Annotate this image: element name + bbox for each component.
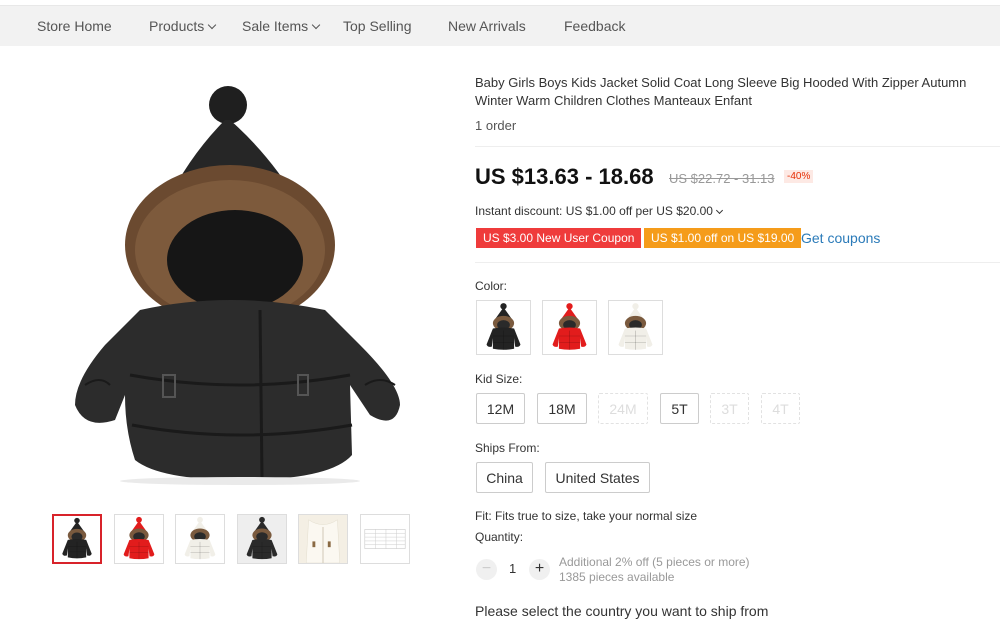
- quantity-value[interactable]: 1: [509, 561, 516, 576]
- discount-badge: -40%: [784, 170, 814, 183]
- coat-image: [609, 301, 662, 354]
- size-label: Kid Size:: [475, 372, 523, 386]
- quantity-label: Quantity:: [475, 530, 524, 544]
- size-option-18m[interactable]: 18M: [537, 393, 587, 424]
- coat-image: [477, 301, 530, 354]
- nav-label: Top Selling: [343, 18, 412, 34]
- divider: [475, 262, 1000, 263]
- stock-available-note: 1385 pieces available: [559, 570, 675, 584]
- thumbnail-size-chart[interactable]: [360, 514, 410, 564]
- thumbnail-black[interactable]: [52, 514, 102, 564]
- ships-from-label: Ships From:: [475, 441, 540, 455]
- coat-image: [115, 515, 163, 563]
- order-count: 1 order: [475, 118, 517, 133]
- instant-discount[interactable]: Instant discount: US $1.00 off per US $2…: [475, 204, 723, 218]
- nav-label: New Arrivals: [448, 18, 526, 34]
- nav-sale-items[interactable]: Sale Items: [242, 18, 321, 34]
- ship-country-message: Please select the country you want to sh…: [475, 603, 769, 619]
- store-nav: Store Home Products Sale Items Top Selli…: [0, 5, 1000, 46]
- thumbnail-white-detail[interactable]: [298, 514, 348, 564]
- main-product-image[interactable]: [70, 85, 405, 485]
- nav-label: Sale Items: [242, 18, 309, 34]
- color-label: Color:: [475, 279, 508, 293]
- thumbnail-red[interactable]: [114, 514, 164, 564]
- chevron-down-icon: [715, 206, 723, 215]
- color-swatch-red[interactable]: [542, 300, 597, 355]
- color-swatch-white[interactable]: [608, 300, 663, 355]
- thumbnail-black-flat[interactable]: [237, 514, 287, 564]
- ships-from-china[interactable]: China: [476, 462, 533, 493]
- size-option-24m: 24M: [598, 393, 648, 424]
- chevron-down-icon: [208, 20, 217, 30]
- divider: [475, 146, 1000, 147]
- color-swatch-black[interactable]: [476, 300, 531, 355]
- size-option-5t[interactable]: 5T: [660, 393, 699, 424]
- fit-note: Fit: Fits true to size, take your normal…: [475, 509, 698, 523]
- chevron-down-icon: [311, 20, 321, 30]
- coat-image: [54, 516, 100, 562]
- coat-detail-image: [299, 515, 347, 563]
- instant-discount-text: Instant discount: US $1.00 off per US $2…: [475, 204, 713, 218]
- nav-label: Store Home: [37, 18, 112, 34]
- quantity-increase-button[interactable]: +: [529, 559, 550, 580]
- thumbnail-white[interactable]: [175, 514, 225, 564]
- bulk-discount-note: Additional 2% off (5 pieces or more): [559, 555, 750, 569]
- price-range: US $13.63 - 18.68: [475, 164, 654, 189]
- product-title: Baby Girls Boys Kids Jacket Solid Coat L…: [475, 75, 967, 108]
- coupon-new-user[interactable]: US $3.00 New User Coupon: [473, 228, 642, 248]
- coat-image: [543, 301, 596, 354]
- size-option-4t: 4T: [761, 393, 800, 424]
- coat-image: [176, 515, 224, 563]
- quantity-decrease-button[interactable]: −: [476, 559, 497, 580]
- ships-from-united-states[interactable]: United States: [545, 462, 650, 493]
- original-price: US $22.72 - 31.13: [669, 171, 775, 186]
- size-option-12m[interactable]: 12M: [476, 393, 525, 424]
- nav-new-arrivals[interactable]: New Arrivals: [448, 18, 526, 34]
- coupon-store[interactable]: US $1.00 off on US $19.00: [641, 228, 802, 248]
- nav-products[interactable]: Products: [149, 18, 217, 34]
- coat-image: [238, 515, 286, 563]
- nav-feedback[interactable]: Feedback: [564, 18, 625, 34]
- nav-label: Feedback: [564, 18, 626, 34]
- nav-top-selling[interactable]: Top Selling: [343, 18, 412, 34]
- nav-store-home[interactable]: Store Home: [37, 18, 112, 34]
- size-option-3t: 3T: [710, 393, 749, 424]
- get-coupons-link[interactable]: Get coupons: [801, 230, 880, 246]
- size-chart-image: [364, 529, 406, 549]
- nav-label: Products: [149, 18, 205, 34]
